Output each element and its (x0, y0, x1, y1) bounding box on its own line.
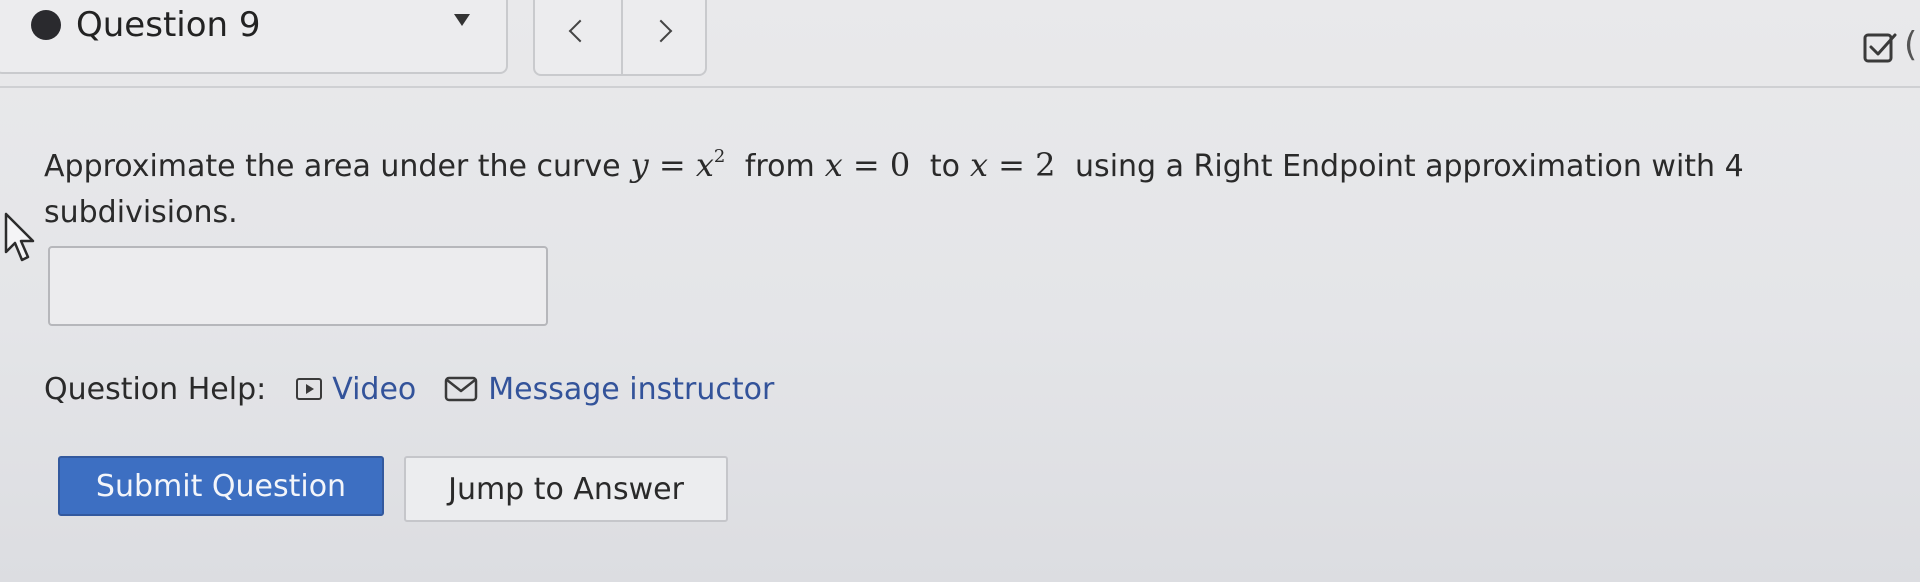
submit-question-button[interactable]: Submit Question (58, 456, 384, 516)
message-instructor-link[interactable]: Message instructor (444, 372, 774, 407)
question-text: Approximate the area under the curve y = … (44, 142, 1864, 236)
eq-curve-exponent: 2 (713, 146, 726, 167)
equation-curve: y = x2 (630, 146, 726, 184)
header-divider (0, 86, 1920, 88)
eq-to-val: 2 (1035, 146, 1056, 184)
envelope-icon (445, 376, 478, 402)
chevron-left-icon (568, 19, 592, 43)
caret-down-icon (454, 14, 470, 26)
word-from: from (744, 149, 815, 184)
status-dot-icon (31, 10, 61, 40)
eq-from-val: 0 (889, 146, 911, 184)
check-square-icon[interactable] (1862, 30, 1898, 66)
prev-question-button[interactable] (535, 0, 619, 74)
question-text-before: Approximate the area under the curve (44, 149, 621, 184)
eq-curve-rhs: x (695, 146, 714, 184)
page: Question 9 ( Approximate the area under … (0, 0, 1920, 582)
mouse-cursor-icon (4, 212, 35, 262)
video-link-label: Video (332, 371, 417, 407)
next-question-button[interactable] (621, 0, 705, 74)
right-edge-fragment: ( (1904, 25, 1918, 65)
question-title: Question 9 (76, 5, 261, 45)
video-link[interactable]: Video (296, 372, 416, 407)
word-to: to (929, 149, 960, 184)
equation-from: x = 0 (824, 146, 911, 184)
answer-input[interactable] (48, 246, 548, 326)
help-label: Question Help: (44, 371, 267, 407)
chevron-right-icon (649, 19, 673, 43)
video-play-icon (296, 378, 323, 400)
message-instructor-label: Message instructor (488, 371, 775, 407)
jump-to-answer-button[interactable]: Jump to Answer (404, 456, 728, 522)
eq-to-var: x (969, 146, 988, 184)
question-help: Question Help: Video Message instructor (44, 366, 802, 412)
question-selector[interactable]: Question 9 (0, 0, 508, 74)
question-nav (533, 0, 707, 76)
eq-curve-lhs: y (630, 146, 649, 184)
equation-to: x = 2 (969, 146, 1056, 184)
eq-from-var: x (824, 146, 843, 184)
